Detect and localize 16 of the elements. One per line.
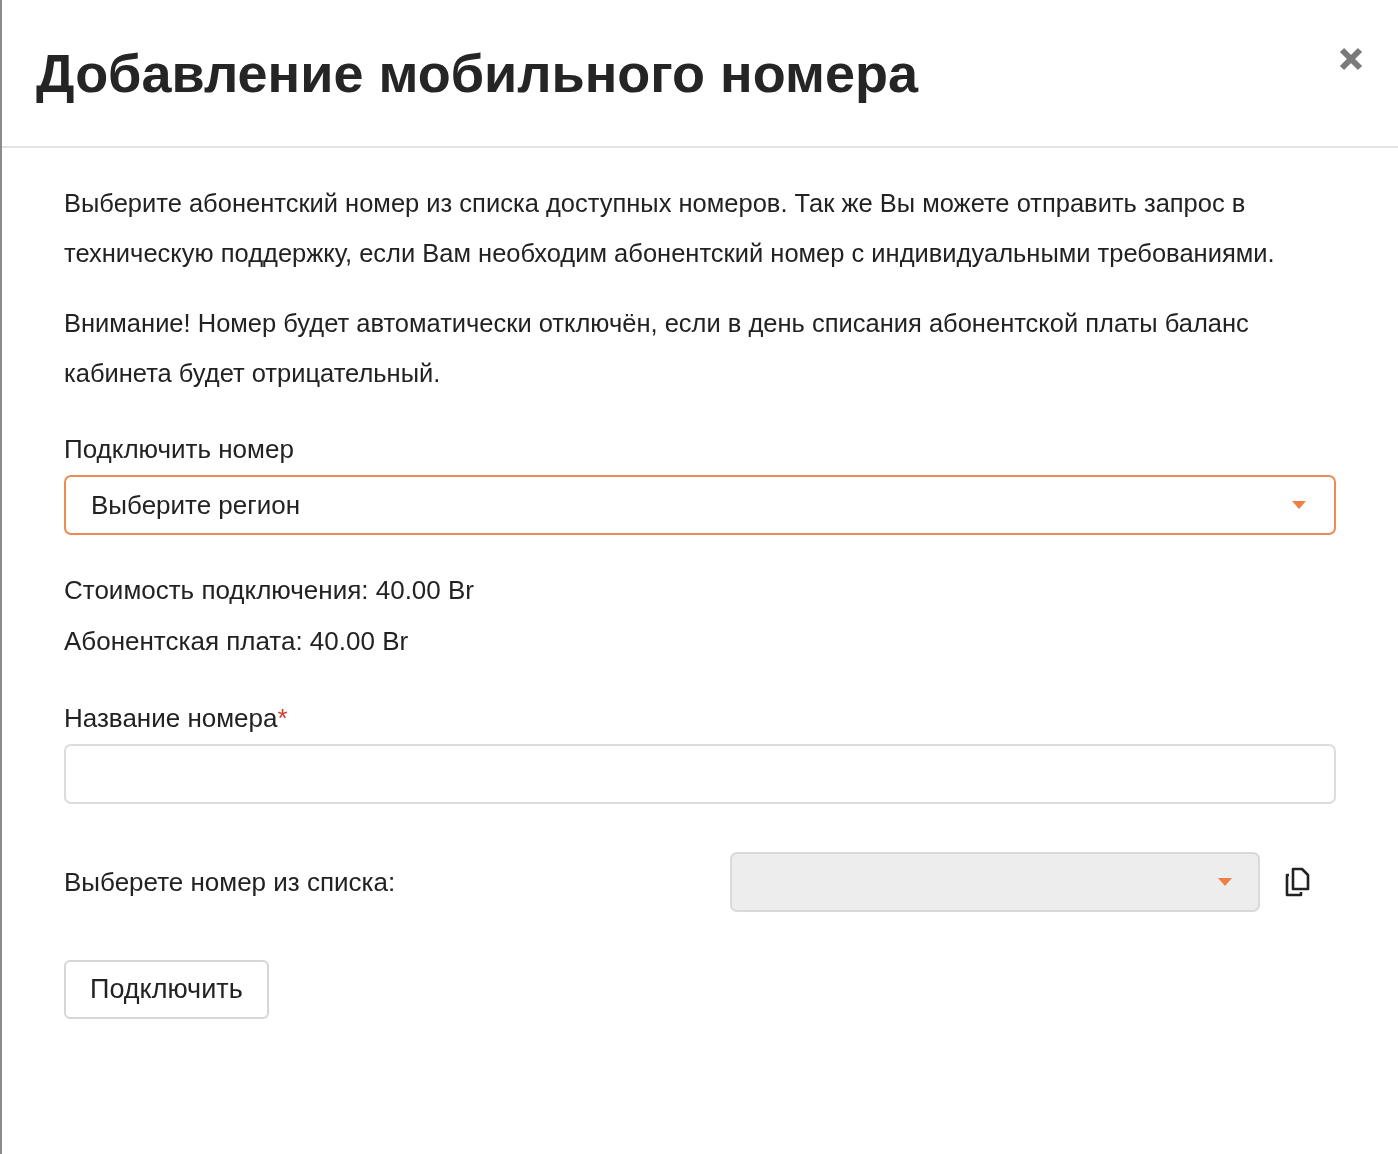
- caret-icon: [1292, 501, 1306, 509]
- name-input-field[interactable]: [64, 744, 1336, 804]
- field-label: Подключить номер: [64, 434, 295, 465]
- connect-button[interactable]: Подключить: [64, 960, 269, 1019]
- field-label: Название номера*: [64, 703, 289, 734]
- copy-icon[interactable]: [1284, 867, 1310, 897]
- info-paragraph: Внимание! Номер будет автоматически отключён, если в день списания абонентской платы баланс кабинета будет отрицательный.: [64, 308, 1250, 389]
- region-select[interactable]: Выберите регион: [64, 475, 1336, 535]
- caret-icon: [1218, 878, 1232, 886]
- info-paragraph: Выберите абонентский номер из списка доступных номеров. Так же Вы можете отправить запрос в техническую поддержку, если Вам необходим абонентский номер с индивидуальными требованиями.: [64, 188, 1276, 269]
- field-label: Выберете номер из списка:: [64, 866, 397, 898]
- required-mark: *: [277, 703, 288, 733]
- price-text: Абонентская плата: 40.00 Br: [64, 626, 410, 657]
- dialog-title: Добавление мобильного номера: [36, 42, 918, 104]
- close-icon[interactable]: [1338, 46, 1364, 72]
- price-text: Стоимость подключения: 40.00 Br: [64, 575, 475, 606]
